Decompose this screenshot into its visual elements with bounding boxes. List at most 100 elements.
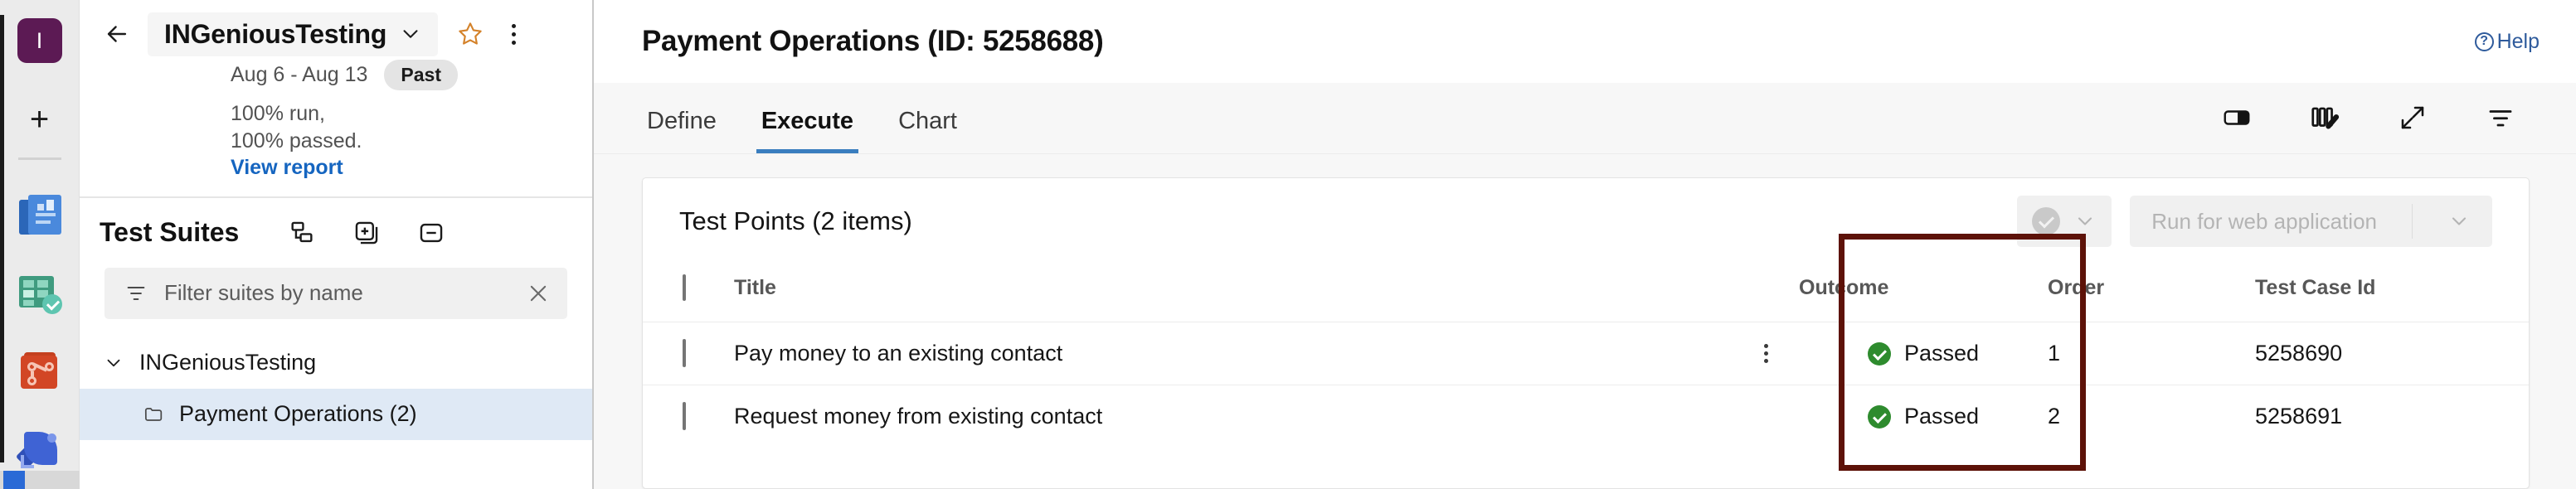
- row-outcome: Passed: [1903, 404, 1980, 428]
- column-header-order[interactable]: Order: [2048, 264, 2255, 322]
- filter-suites-input[interactable]: [164, 280, 509, 306]
- content-area: Test Points (2 items) Run for web applic…: [594, 154, 2576, 489]
- test-plan-header: INGeniousTesting Aug 6 - Aug 13 Past 100…: [80, 0, 592, 196]
- test-suites-tree: INGeniousTesting Payment Operations (2): [80, 337, 592, 440]
- excel-status-badge: [41, 294, 62, 314]
- filter-glyph: [2489, 110, 2512, 127]
- tree-item-payment-operations[interactable]: Payment Operations (2): [80, 388, 592, 440]
- clear-filter-icon[interactable]: [526, 281, 551, 306]
- add-app-label: +: [29, 101, 50, 138]
- row-select-cell: [643, 385, 734, 448]
- test-plan-selector[interactable]: INGeniousTesting: [148, 12, 439, 56]
- tab-chart[interactable]: Chart: [893, 108, 962, 153]
- rail-divider: [17, 157, 61, 160]
- help-label: Help: [2496, 29, 2540, 53]
- favorite-star-icon[interactable]: [451, 15, 489, 53]
- row-title: Pay money to an existing contact: [734, 341, 1063, 366]
- select-all-checkbox[interactable]: [683, 274, 686, 301]
- kebab-icon: [1733, 344, 1799, 363]
- excel-cell: [36, 280, 48, 288]
- run-button-group[interactable]: Run for web application: [2130, 196, 2492, 247]
- avatar[interactable]: I: [17, 18, 62, 63]
- rail-edge: [0, 15, 4, 462]
- passed-icon: [1867, 404, 1891, 428]
- filter-suites-box[interactable]: [104, 267, 567, 319]
- main-content: Payment Operations (ID: 5258688) ? Help …: [594, 0, 2576, 489]
- column-header-spacer: [1733, 264, 1799, 322]
- help-link[interactable]: ? Help: [2474, 29, 2540, 54]
- excel-cell: [22, 280, 34, 288]
- row-checkbox[interactable]: [683, 339, 686, 367]
- word-app-icon[interactable]: [17, 193, 62, 238]
- main-title-bar: Payment Operations (ID: 5258688) ? Help: [594, 0, 2576, 83]
- collapse-all-glyph: [420, 223, 443, 242]
- row-checkbox[interactable]: [683, 402, 686, 430]
- run-options-button[interactable]: [2426, 196, 2492, 247]
- row-test-case-id: 5258690: [2255, 341, 2343, 366]
- tab-bar-actions: [2219, 100, 2576, 153]
- test-plan-date-range: Aug 6 - Aug 13: [231, 63, 368, 86]
- row-more-options[interactable]: [1733, 385, 1799, 448]
- row-outcome-cell[interactable]: Passed: [1799, 385, 2048, 448]
- chevron-down-icon: [2078, 217, 2092, 225]
- table-header-row: Title Outcome Order Test Case Id: [643, 264, 2529, 322]
- row-test-case-id: 5258691: [2255, 404, 2343, 428]
- split-pane-icon[interactable]: [2219, 100, 2254, 135]
- show-hierarchy-icon[interactable]: [285, 216, 318, 249]
- fullscreen-glyph: [2401, 106, 2424, 129]
- rail-scrollbar[interactable]: [3, 471, 25, 489]
- tab-execute[interactable]: Execute: [756, 108, 859, 153]
- column-header-outcome[interactable]: Outcome: [1799, 264, 2048, 322]
- chevron-down-icon: [403, 30, 418, 38]
- test-points-table: Title Outcome Order Test Case Id Pay mon…: [643, 264, 2529, 448]
- repo-icon-body: [20, 356, 57, 389]
- test-suites-title: Test Suites: [100, 217, 240, 247]
- back-icon[interactable]: [95, 12, 139, 56]
- test-plan-stats: 100% run, 100% passed. View report: [80, 100, 378, 182]
- test-plan-more-options-icon[interactable]: [494, 15, 532, 53]
- expand-all-icon[interactable]: [350, 216, 383, 249]
- folder-glyph: [144, 407, 163, 421]
- tab-define[interactable]: Define: [642, 108, 722, 153]
- table-row[interactable]: Pay money to an existing contact Passed: [643, 322, 2529, 385]
- view-report-link[interactable]: View report: [231, 156, 343, 179]
- help-icon: ?: [2474, 31, 2494, 51]
- split-pane-glyph: [2224, 110, 2250, 125]
- outcome-wrapper: Passed: [1799, 341, 2048, 366]
- select-all-header: [643, 264, 734, 322]
- column-header-title[interactable]: Title: [734, 264, 1733, 322]
- back-arrow-glyph: [107, 26, 127, 42]
- chevron-down-icon: [2452, 217, 2467, 225]
- set-outcome-button[interactable]: [2017, 196, 2112, 247]
- column-header-test-case-id[interactable]: Test Case Id: [2255, 264, 2529, 322]
- test-points-card-actions: Run for web application: [2017, 196, 2492, 247]
- tree-item-ingenioustesting[interactable]: INGeniousTesting: [80, 337, 592, 389]
- row-title: Request money from existing contact: [734, 404, 1103, 428]
- row-more-options[interactable]: [1733, 322, 1799, 385]
- table-row[interactable]: Request money from existing contact Pass…: [643, 385, 2529, 448]
- test-points-title: Test Points (2 items): [679, 206, 912, 235]
- column-options-icon[interactable]: [2307, 100, 2342, 135]
- test-plan-panel: INGeniousTesting Aug 6 - Aug 13 Past 100…: [80, 0, 594, 489]
- collapse-all-icon[interactable]: [415, 216, 448, 249]
- excel-cell: [22, 290, 34, 298]
- devops-foot: [20, 455, 34, 468]
- add-app-button[interactable]: +: [17, 99, 62, 139]
- fullscreen-icon[interactable]: [2395, 100, 2430, 135]
- chevron-down-icon[interactable]: [103, 352, 124, 374]
- column-options-glyph: [2311, 107, 2340, 129]
- chevron-glyph: [107, 359, 120, 366]
- test-plan-dates-row: Aug 6 - Aug 13 Past: [80, 60, 592, 90]
- word-icon-chart-a: [36, 204, 44, 211]
- avatar-label: I: [36, 27, 43, 53]
- excel-app-icon[interactable]: [17, 271, 62, 316]
- azure-devops-app-icon[interactable]: [15, 427, 62, 472]
- run-button[interactable]: Run for web application: [2130, 196, 2399, 247]
- test-plan-title-row: INGeniousTesting: [80, 12, 592, 56]
- test-suites-actions: [285, 216, 448, 249]
- row-outcome-cell[interactable]: Passed: [1799, 322, 2048, 385]
- filter-icon[interactable]: [2483, 100, 2518, 135]
- row-order: 2: [2048, 404, 2061, 428]
- test-plan-name: INGeniousTesting: [164, 18, 387, 49]
- repos-app-icon[interactable]: [17, 349, 62, 394]
